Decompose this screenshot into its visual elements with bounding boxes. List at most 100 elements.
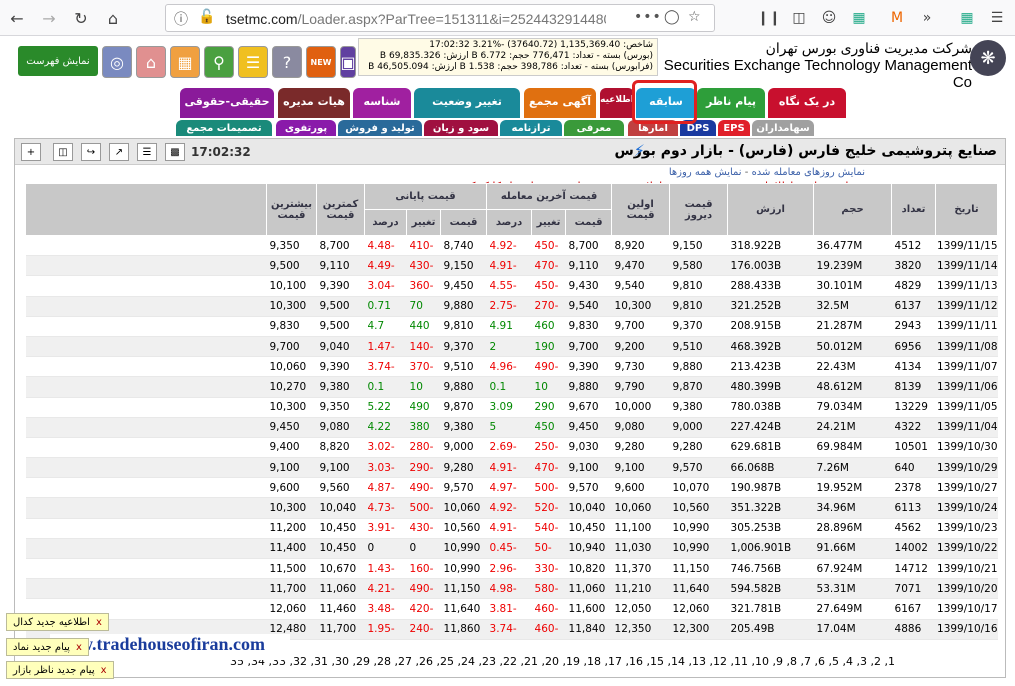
show-list-button[interactable]: نمایش فهرست: [18, 46, 98, 76]
table-row[interactable]: 1399/11/08 6956 50.012M 468.392B 9,510 9,200 9…: [25, 336, 998, 358]
chart-icon[interactable]: ▩: [165, 143, 185, 161]
link-traded-days[interactable]: نمایش روزهای معامله شده: [752, 167, 865, 178]
cell: 5.22: [364, 397, 407, 418]
table-row[interactable]: 1399/11/12 6137 32.5M 321.252B 9,810 10,300 9,…: [25, 296, 998, 317]
chat-icon[interactable]: ☰: [238, 46, 268, 78]
notification-codal[interactable]: x اطلاعیه جدید کدال: [6, 613, 109, 631]
info-icon[interactable]: ⓘ: [174, 9, 188, 29]
cell: 594.582B: [727, 578, 814, 600]
tab-4[interactable]: آگهی مجمع: [524, 88, 596, 118]
cell-spacer: [25, 235, 267, 257]
addon-icon[interactable]: ▦: [956, 7, 978, 29]
globe-icon[interactable]: ◎: [102, 46, 132, 78]
add-icon[interactable]: +: [21, 143, 41, 161]
monitor-icon[interactable]: ▣: [340, 46, 356, 78]
cell: 1399/10/30: [935, 437, 998, 459]
account-icon[interactable]: ☺: [818, 7, 840, 29]
col-value[interactable]: ارزش: [727, 183, 815, 236]
close-icon[interactable]: x: [96, 617, 102, 628]
table-row[interactable]: 1399/10/23 4562 28.896M 305.253B 10,990 11,10…: [25, 518, 998, 539]
tab-3[interactable]: اطلاعیه: [600, 88, 634, 118]
pagination[interactable]: 1, 2, 3, 4, 5, 6, 7, 8, 9, 10, 11, 12, 1…: [230, 655, 895, 668]
table-row[interactable]: 1399/10/20 7071 53.31M 594.582B 11,640 11,210…: [25, 578, 998, 600]
tab-8[interactable]: حقیقی-حقوقی: [180, 88, 274, 118]
tab-0[interactable]: در یک نگاه: [768, 88, 846, 118]
doc-icon[interactable]: ◫: [53, 143, 73, 161]
col-min[interactable]: کمترین قیمت: [316, 183, 365, 236]
notification-symbol[interactable]: x پیام جدید نماد: [6, 638, 89, 656]
page-links[interactable]: 1, 2, 3, 4, 5, 6, 7, 8, 9, 10, 11, 12, 1…: [230, 655, 895, 668]
overflow-icon[interactable]: »: [916, 7, 938, 29]
col-last-pct[interactable]: درصد: [486, 209, 533, 236]
cell: -3.48: [364, 598, 407, 620]
search-icon[interactable]: ⚲: [204, 46, 234, 78]
table-row[interactable]: 1399/10/22 14002 91.66M 1,006.901B 10,990 11,…: [25, 538, 998, 560]
col-last-price[interactable]: قیمت: [565, 209, 613, 236]
page-actions-icon[interactable]: •••: [634, 9, 662, 25]
col-count[interactable]: تعداد: [891, 183, 937, 236]
table-row[interactable]: 1399/10/27 2378 19.952M 190.987B 10,070 9,600…: [25, 477, 998, 499]
table-row[interactable]: 1399/10/17 6167 27.649M 321.781B 12,060 12,05…: [25, 598, 998, 620]
extension-icon[interactable]: ▦: [848, 7, 870, 29]
extension-m-icon[interactable]: M: [886, 7, 908, 29]
table-row[interactable]: 1399/10/29 640 7.26M 66.068B 9,570 9,100 9,100…: [25, 457, 998, 479]
table-row[interactable]: 1399/11/14 3820 19.239M 176.003B 9,580 9,470 9…: [25, 255, 998, 277]
cell: 9,080: [611, 417, 670, 438]
tab-7[interactable]: هیات مدیره: [278, 88, 350, 118]
col-volume[interactable]: حجم: [813, 183, 893, 236]
table-row[interactable]: 1399/11/06 8139 48.612M 480.399B 9,870 9,790 9…: [25, 376, 998, 398]
tab2-6[interactable]: سود و زیان: [424, 120, 498, 136]
table-row[interactable]: 1399/11/13 4829 30.101M 288.433B 9,810 9,540 9…: [25, 275, 998, 297]
forward-icon[interactable]: →: [38, 7, 60, 29]
table-row[interactable]: 1399/11/05 13229 79.034M 780.038B 9,380 10,00…: [25, 397, 998, 418]
col-last-change[interactable]: تغییر: [531, 209, 567, 236]
col-first[interactable]: اولین قیمت: [611, 183, 671, 236]
tab2-7[interactable]: تولید و فروش: [338, 120, 422, 136]
tab-1[interactable]: پیام ناظر: [697, 88, 765, 118]
col-final-price[interactable]: قیمت: [440, 209, 488, 236]
col-final-change[interactable]: تغییر: [406, 209, 442, 236]
col-date[interactable]: تاریخ: [935, 183, 999, 236]
tab2-5[interactable]: ترازنامه: [500, 120, 562, 136]
tab2-8[interactable]: پورتفوی: [276, 120, 336, 136]
back-icon[interactable]: ←: [6, 7, 28, 29]
graph-icon[interactable]: ↗: [109, 143, 129, 161]
export-icon[interactable]: ↪: [81, 143, 101, 161]
home-icon[interactable]: ⌂: [102, 7, 124, 29]
table-row[interactable]: 1399/11/07 4134 22.43M 213.423B 9,880 9,730 9,…: [25, 356, 998, 378]
tab-5[interactable]: تغییر وضعیت: [414, 88, 520, 118]
url-text[interactable]: tsetmc.com/Loader.aspx?ParTree=151311&i=…: [226, 11, 606, 27]
reload-icon[interactable]: ↻: [70, 7, 92, 29]
tab2-4[interactable]: معرفی: [564, 120, 624, 136]
table-row[interactable]: 1399/10/24 6113 34.96M 351.322B 10,560 10,060…: [25, 497, 998, 519]
cell: 10,670: [316, 558, 365, 580]
link-all-days[interactable]: نمایش همه روزها: [669, 167, 742, 178]
table-row[interactable]: 1399/10/30 10501 69.984M 629.681B 9,280 9,280…: [25, 437, 998, 459]
bookmark-star-icon[interactable]: ☆: [688, 9, 701, 25]
table-row[interactable]: 1399/11/11 2943 21.287M 208.915B 9,370 9,700 9…: [25, 316, 998, 337]
menu-icon[interactable]: ☰: [986, 7, 1008, 29]
tab2-0[interactable]: سهامداران: [752, 120, 814, 136]
col-final-pct[interactable]: درصد: [363, 209, 408, 236]
new-badge-icon[interactable]: NEW: [306, 46, 336, 78]
address-bar[interactable]: ⓘ 🔓 tsetmc.com/Loader.aspx?ParTree=15131…: [165, 4, 715, 32]
list-icon[interactable]: ☰: [137, 143, 157, 161]
pocket-icon[interactable]: ◯: [664, 9, 680, 25]
library-icon[interactable]: ❙❙: [757, 7, 780, 29]
notification-supervisor[interactable]: x پیام جدید ناظر بازار: [6, 661, 114, 679]
table-icon[interactable]: ▦: [170, 46, 200, 78]
home-page-icon[interactable]: ⌂: [136, 46, 166, 78]
col-max[interactable]: بیشترین قیمت: [266, 183, 317, 236]
close-icon[interactable]: x: [101, 665, 107, 676]
table-row[interactable]: 1399/10/21 14712 67.924M 746.756B 11,150 11,3…: [25, 558, 998, 580]
sidebar-icon[interactable]: ◫: [788, 7, 810, 29]
col-yesterday[interactable]: قیمت دیروز: [669, 183, 729, 236]
insecure-lock-icon[interactable]: 🔓: [198, 9, 215, 25]
tab-6[interactable]: شناسه: [353, 88, 411, 118]
table-row[interactable]: 1399/11/15 4512 36.477M 318.922B 9,150 8,920 8…: [25, 235, 998, 257]
table-row[interactable]: 1399/11/04 4322 24.21M 227.424B 9,000 9,080 9,…: [25, 417, 998, 438]
tab2-1[interactable]: EPS: [718, 120, 750, 136]
tab2-9[interactable]: تصمیمات مجمع: [176, 120, 272, 136]
close-icon[interactable]: x: [76, 642, 82, 653]
help-icon[interactable]: ?: [272, 46, 302, 78]
